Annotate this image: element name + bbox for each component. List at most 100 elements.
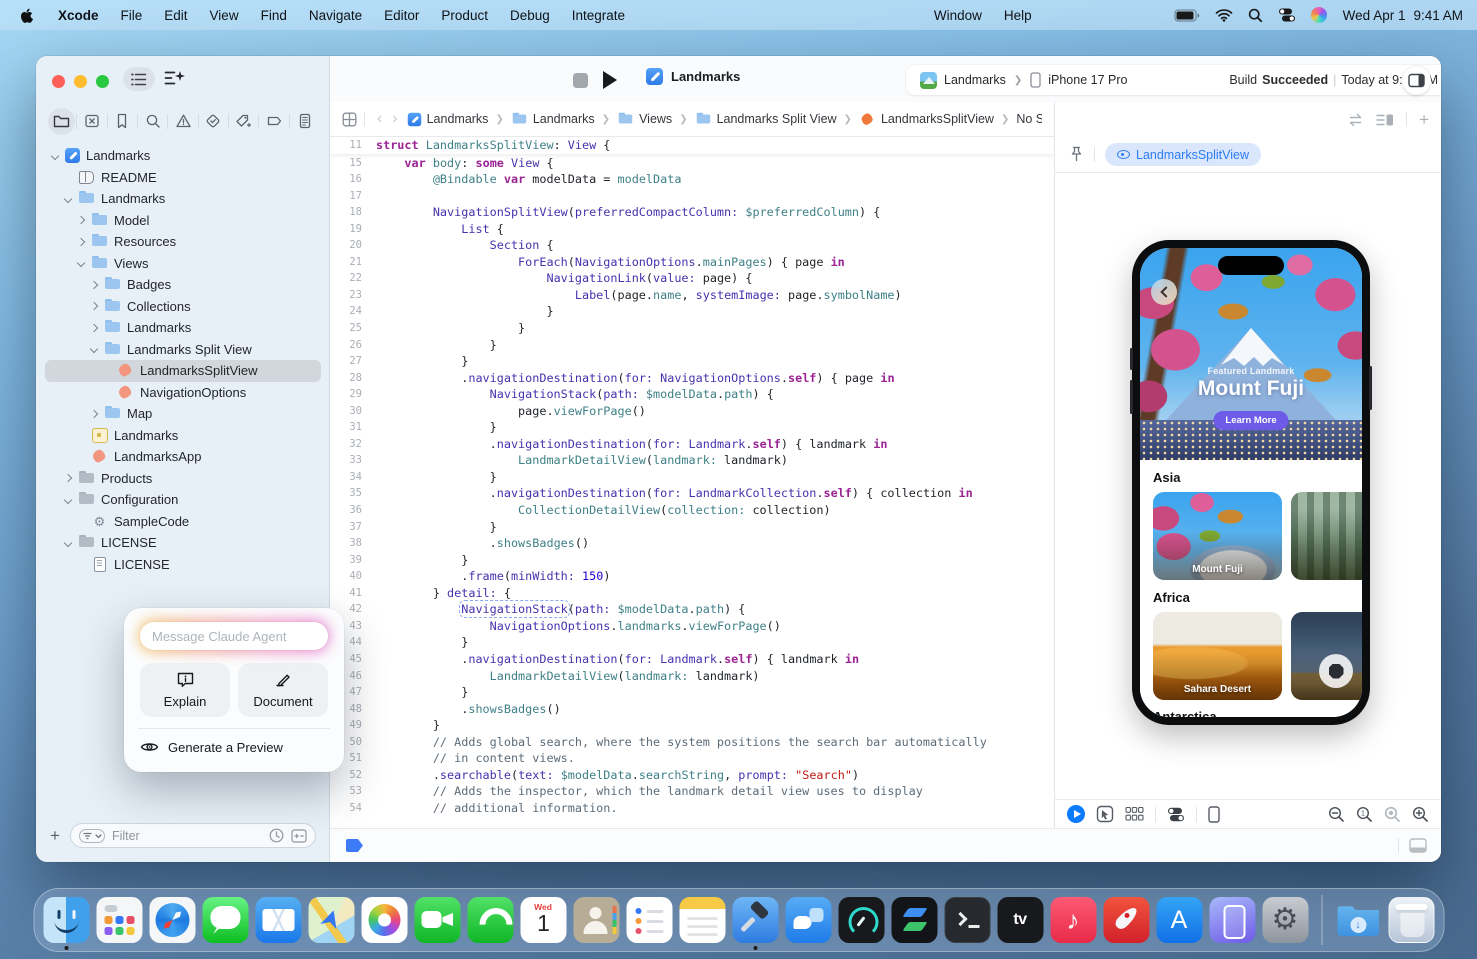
dock-phone[interactable] (467, 897, 513, 943)
breakpoints-navigator-icon[interactable] (261, 108, 288, 135)
code-line-34[interactable]: 34 } (330, 469, 1054, 486)
code-line-51[interactable]: 51 // in content views. (330, 750, 1054, 767)
dock-contacts[interactable] (573, 897, 619, 943)
dock-notes[interactable] (679, 897, 725, 943)
zoom-100-icon[interactable]: 1 (1356, 806, 1373, 823)
dock-downloads-folder[interactable] (1335, 897, 1381, 943)
navigator-toggle-button[interactable] (123, 67, 155, 91)
code-line-42[interactable]: 42 NavigationStack(path: $modelData.path… (330, 601, 1054, 618)
file-configuration[interactable]: Configuration (36, 489, 330, 511)
control-center-icon[interactable] (1278, 8, 1296, 22)
jump-marker-icon[interactable] (346, 839, 363, 852)
source-control-filter-icon[interactable] (291, 829, 307, 843)
crumb-landmarkssplitview[interactable]: LandmarksSplitView (859, 112, 994, 127)
dock-speed-gauge-app[interactable] (838, 897, 884, 943)
dock-maps[interactable] (308, 897, 354, 943)
code-line-52[interactable]: 52 .searchable(text: $modelData.searchSt… (330, 767, 1054, 784)
file-license[interactable]: LICENSE (36, 554, 330, 576)
menu-view[interactable]: View (199, 8, 250, 23)
dock-music[interactable] (1050, 897, 1096, 943)
code-line-39[interactable]: 39 } (330, 552, 1054, 569)
issues-navigator-icon[interactable] (170, 108, 197, 135)
siri-icon[interactable] (1311, 7, 1327, 23)
zoom-fit-icon[interactable] (1384, 806, 1401, 823)
dock-app-store[interactable] (1156, 897, 1202, 943)
dock-facetime[interactable] (414, 897, 460, 943)
close-button[interactable] (52, 75, 65, 88)
dock-reminders[interactable] (626, 897, 672, 943)
dock-photos[interactable] (361, 897, 407, 943)
inspector-toggle-button[interactable] (1402, 66, 1431, 95)
spotlight-search-icon[interactable] (1248, 8, 1263, 23)
related-items-icon[interactable] (342, 112, 357, 127)
bookmarks-navigator-icon[interactable] (109, 108, 136, 135)
code-line-28[interactable]: 28 .navigationDestination(for: Navigatio… (330, 370, 1054, 387)
claude-message-input[interactable]: Message Claude Agent (140, 622, 328, 650)
destination-selector[interactable]: iPhone 17 Pro (1048, 73, 1127, 87)
variants-mode-icon[interactable] (1125, 806, 1144, 822)
selected-symbol[interactable]: NavigationStack (461, 602, 568, 616)
menu-edit[interactable]: Edit (153, 8, 198, 23)
menu-help[interactable]: Help (1004, 8, 1032, 23)
code-line-44[interactable]: 44 } (330, 634, 1054, 651)
code-line-30[interactable]: 30 page.viewForPage() (330, 403, 1054, 420)
menu-find[interactable]: Find (250, 8, 298, 23)
card-mount-fuji[interactable]: Mount Fuji (1153, 492, 1282, 580)
code-line-19[interactable]: 19 List { (330, 221, 1054, 238)
file-navigationoptions[interactable]: NavigationOptions (36, 382, 330, 404)
swap-editor-icon[interactable] (1347, 113, 1364, 127)
code-line-17[interactable]: 17 (330, 188, 1054, 205)
add-file-button[interactable]: + (50, 826, 60, 846)
dock-simulator[interactable] (1209, 897, 1255, 943)
pin-preview-icon[interactable] (1069, 146, 1084, 163)
project-navigator-icon[interactable] (48, 108, 75, 135)
file-products[interactable]: Products (36, 468, 330, 490)
reports-navigator-icon[interactable] (291, 108, 318, 135)
dock-trash[interactable] (1388, 897, 1434, 943)
code-line-11[interactable]: 11struct LandmarksSplitView: View { (330, 137, 1054, 154)
file-views[interactable]: Views (36, 253, 330, 275)
file-collections[interactable]: Collections (36, 296, 330, 318)
code-line-21[interactable]: 21 ForEach(NavigationOptions.mainPages) … (330, 254, 1054, 271)
dock-terminal[interactable] (944, 897, 990, 943)
dock-mail[interactable] (255, 897, 301, 943)
code-line-15[interactable]: 15 var body: some View { (330, 155, 1054, 172)
menu-editor[interactable]: Editor (373, 8, 430, 23)
code-line-29[interactable]: 29 NavigationStack(path: $modelData.path… (330, 386, 1054, 403)
code-line-48[interactable]: 48 .showsBadges() (330, 701, 1054, 718)
find-navigator-icon[interactable] (139, 108, 166, 135)
file-map[interactable]: Map (36, 403, 330, 425)
code-line-31[interactable]: 31 } (330, 419, 1054, 436)
file-readme[interactable]: README (36, 167, 330, 189)
code-line-16[interactable]: 16 @Bindable var modelData = modelData (330, 171, 1054, 188)
add-editor-icon[interactable]: + (1419, 110, 1429, 130)
code-line-45[interactable]: 45 .navigationDestination(for: Landmark.… (330, 651, 1054, 668)
file-landmarks[interactable]: Landmarks (36, 188, 330, 210)
device-settings-icon[interactable] (1167, 807, 1185, 822)
dock-finder[interactable] (43, 897, 89, 943)
zoom-button[interactable] (96, 75, 109, 88)
file-landmarksapp[interactable]: LandmarksApp (36, 446, 330, 468)
file-license[interactable]: LICENSE (36, 532, 330, 554)
crumb-no-selection[interactable]: No Selection (1016, 112, 1042, 126)
menu-file[interactable]: File (110, 8, 154, 23)
explain-button[interactable]: Explain (140, 663, 230, 717)
changes-navigator-icon[interactable] (78, 108, 105, 135)
file-landmarkssplitview[interactable]: LandmarksSplitView (36, 360, 330, 382)
code-line-41[interactable]: 41 } detail: { (330, 585, 1054, 602)
file-landmarks[interactable]: Landmarks (36, 317, 330, 339)
learn-more-button[interactable]: Learn More (1213, 411, 1288, 430)
menu-integrate[interactable]: Integrate (561, 8, 636, 23)
code-line-26[interactable]: 26 } (330, 337, 1054, 354)
recent-files-filter-icon[interactable] (269, 828, 284, 843)
code-line-49[interactable]: 49 } (330, 717, 1054, 734)
menu-xcode[interactable]: Xcode (47, 8, 110, 23)
menu-navigate[interactable]: Navigate (298, 8, 373, 23)
dock-system-settings[interactable] (1262, 897, 1308, 943)
code-line-20[interactable]: 20 Section { (330, 237, 1054, 254)
file-landmarks[interactable]: Landmarks (36, 145, 330, 167)
menu-window[interactable]: Window (934, 8, 982, 23)
zoom-in-icon[interactable] (1412, 806, 1429, 823)
menu-debug[interactable]: Debug (499, 8, 561, 23)
preview-screen[interactable]: Featured Landmark Mount Fuji Learn More … (1140, 248, 1362, 717)
